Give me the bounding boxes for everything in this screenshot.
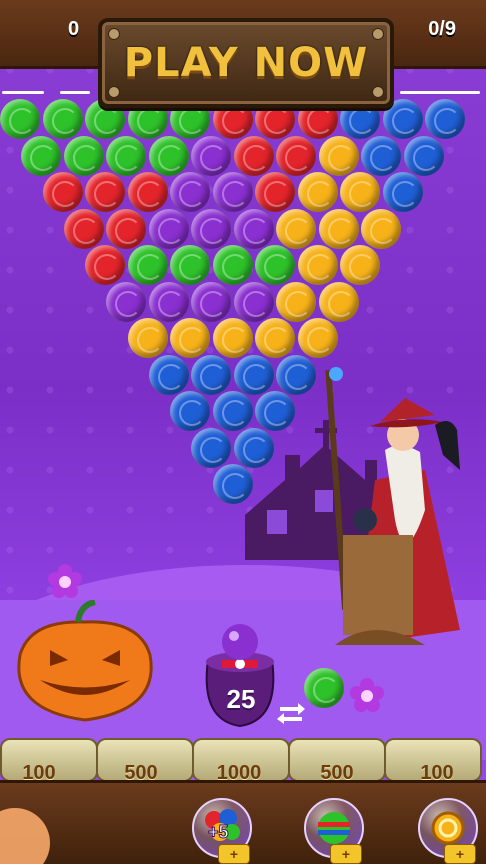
bubble-yellow[interactable]	[297, 245, 338, 285]
bubble-blue[interactable]	[361, 135, 402, 176]
bubble-blue[interactable]	[425, 99, 465, 139]
bubble-blue[interactable]	[403, 135, 444, 176]
bolt-icon	[372, 86, 384, 98]
add-booster-button[interactable]: +	[218, 844, 250, 864]
bubble-green[interactable]	[42, 99, 83, 139]
bolt-icon	[372, 28, 384, 40]
bubble-green[interactable]	[127, 245, 168, 285]
bubble-yellow[interactable]	[276, 281, 317, 322]
bubble-blue[interactable]	[148, 354, 189, 395]
bubble-purple[interactable]	[191, 281, 232, 322]
bubble-purple[interactable]	[106, 281, 147, 322]
add-booster-button[interactable]: +	[444, 844, 476, 864]
bubble-yellow[interactable]	[318, 208, 359, 249]
bubble-purple[interactable]	[170, 172, 210, 212]
bubble-blue[interactable]	[233, 427, 274, 468]
bubble-green[interactable]	[148, 135, 189, 176]
bubble-red[interactable]	[233, 135, 274, 176]
bubble-yellow[interactable]	[127, 318, 168, 358]
game-stage[interactable]: 25 0 0/9 PLAY NOW 100 500 1000 500 100 +…	[0, 0, 486, 864]
bubble-yellow[interactable]	[340, 245, 380, 285]
score-slot-label: 1000	[216, 762, 262, 784]
purple-flower-icon	[48, 564, 82, 598]
bubble-red[interactable]	[276, 135, 317, 176]
bubble-red[interactable]	[42, 172, 83, 212]
bubble-blue[interactable]	[170, 391, 210, 431]
bubble-blue[interactable]	[212, 391, 253, 431]
bubble-blue[interactable]	[191, 354, 232, 395]
bubble-blue[interactable]	[212, 464, 253, 504]
booster-count: +5	[208, 822, 229, 842]
bubble-green[interactable]	[0, 99, 40, 139]
bubble-blue[interactable]	[255, 391, 295, 431]
bubble-green[interactable]	[106, 135, 147, 176]
bubble-yellow[interactable]	[276, 208, 317, 249]
bolt-icon	[108, 86, 120, 98]
bubble-purple[interactable]	[233, 208, 274, 249]
bubble-purple[interactable]	[191, 135, 232, 176]
bubble-green[interactable]	[255, 245, 295, 285]
bubble-blue[interactable]	[276, 354, 317, 395]
play-now-label: PLAY NOW	[123, 40, 369, 86]
bubble-red[interactable]	[63, 208, 104, 249]
play-now-button[interactable]: PLAY NOW	[98, 18, 394, 108]
progress-segment	[2, 91, 44, 94]
bubble-red[interactable]	[127, 172, 168, 212]
bubble-yellow[interactable]	[297, 318, 338, 358]
score-slot-label: 100	[420, 762, 454, 784]
bubble-yellow[interactable]	[297, 172, 338, 212]
bubble-yellow[interactable]	[340, 172, 380, 212]
wizard-character	[325, 367, 460, 645]
bubble-yellow[interactable]	[361, 208, 402, 249]
bubble-purple[interactable]	[148, 208, 189, 249]
bubble-yellow[interactable]	[318, 135, 359, 176]
bubble-green[interactable]	[21, 135, 62, 176]
bubble-green[interactable]	[63, 135, 104, 176]
bubble-yellow[interactable]	[170, 318, 210, 358]
bubble-green[interactable]	[212, 245, 253, 285]
bolt-icon	[108, 28, 120, 40]
pumpkin-character	[17, 600, 153, 722]
bubble-yellow[interactable]	[255, 318, 295, 358]
bubble-purple[interactable]	[191, 208, 232, 249]
bubble-blue[interactable]	[382, 172, 423, 212]
score-slot-label: 500	[320, 762, 354, 784]
add-booster-button[interactable]: +	[330, 844, 362, 864]
next-ball[interactable]	[304, 668, 344, 708]
progress-segment	[60, 91, 90, 94]
bubble-blue[interactable]	[191, 427, 232, 468]
bubble-red[interactable]	[106, 208, 147, 249]
bubble-blue[interactable]	[233, 354, 274, 395]
bubble-purple[interactable]	[212, 172, 253, 212]
bubble-red[interactable]	[85, 172, 125, 212]
bubble-green[interactable]	[170, 245, 210, 285]
progress-segment	[400, 91, 480, 94]
goal-progress: 0/9	[428, 18, 456, 40]
bubble-purple[interactable]	[233, 281, 274, 322]
swap-arrows-icon[interactable]	[276, 700, 306, 724]
score-slot-label: 100	[22, 762, 56, 784]
purple-flower-icon	[350, 678, 384, 712]
bubble-red[interactable]	[255, 172, 295, 212]
bubble-red[interactable]	[85, 245, 125, 285]
score-value: 0	[68, 18, 80, 40]
score-slot-label: 500	[124, 762, 158, 784]
shots-left-count: 25	[226, 684, 256, 714]
bubble-yellow[interactable]	[318, 281, 359, 322]
bubble-purple[interactable]	[148, 281, 189, 322]
bubble-yellow[interactable]	[212, 318, 253, 358]
